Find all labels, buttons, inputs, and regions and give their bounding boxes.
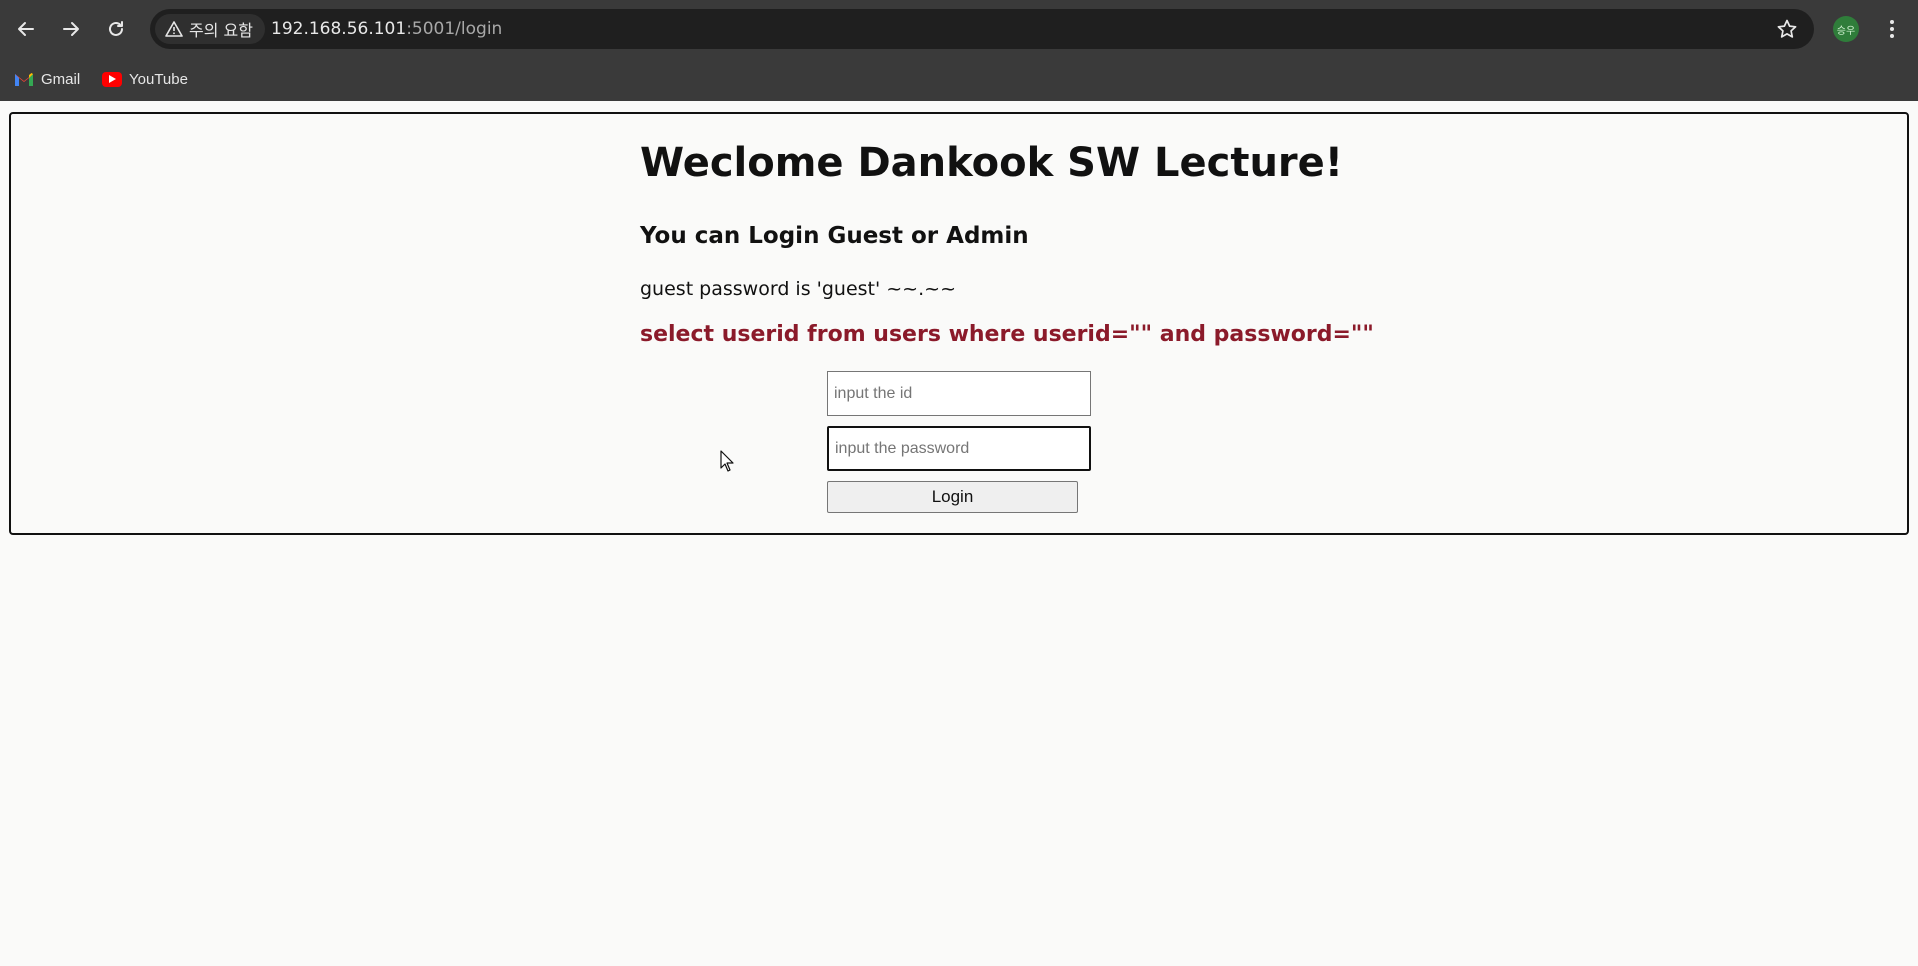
bookmarks-bar: Gmail YouTube — [0, 57, 1918, 101]
bookmark-youtube[interactable]: YouTube — [102, 66, 188, 92]
security-indicator[interactable]: 주의 요함 — [155, 14, 265, 44]
profile-avatar[interactable]: 승우 — [1833, 16, 1859, 42]
url-text[interactable]: 192.168.56.101:5001/login — [271, 9, 502, 49]
gmail-icon — [15, 72, 33, 86]
youtube-icon — [102, 71, 122, 87]
warning-icon — [165, 21, 183, 37]
more-menu-icon[interactable] — [1880, 13, 1904, 45]
browser-toolbar: 주의 요함 192.168.56.101:5001/login 승우 — [0, 0, 1918, 57]
url-host: 192.168.56.101 — [271, 19, 407, 39]
bookmark-star-icon[interactable] — [1776, 18, 1798, 40]
page-subtitle: You can Login Guest or Admin — [640, 223, 1029, 249]
password-input[interactable] — [827, 426, 1091, 471]
mouse-cursor-icon — [720, 450, 734, 472]
bookmark-gmail[interactable]: Gmail — [14, 66, 80, 92]
address-bar[interactable]: 주의 요함 192.168.56.101:5001/login — [150, 9, 1814, 49]
page-title: Weclome Dankook SW Lecture! — [640, 140, 1344, 186]
forward-arrow-icon[interactable] — [55, 13, 87, 45]
login-button[interactable]: Login — [827, 481, 1078, 513]
url-path: :5001/login — [406, 19, 503, 39]
security-label: 주의 요함 — [189, 21, 253, 40]
browser-chrome: 주의 요함 192.168.56.101:5001/login 승우 Gmail… — [0, 0, 1918, 101]
back-arrow-icon[interactable] — [10, 13, 42, 45]
guest-hint-text: guest password is 'guest' ~~.~~ — [640, 278, 956, 300]
bookmark-label: YouTube — [129, 70, 188, 88]
bookmark-label: Gmail — [41, 70, 81, 88]
reload-icon[interactable] — [100, 13, 132, 45]
profile-initials: 승우 — [1836, 25, 1856, 37]
userid-input[interactable] — [827, 371, 1091, 416]
sql-query-text: select userid from users where userid=""… — [640, 322, 1374, 347]
